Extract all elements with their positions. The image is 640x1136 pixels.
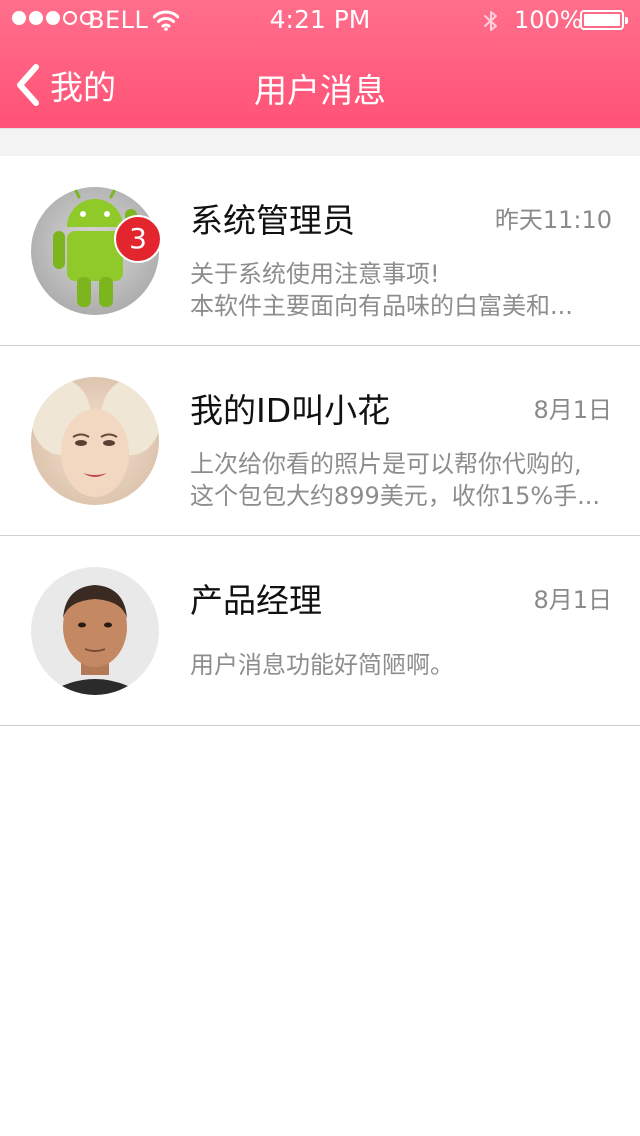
message-preview-line-2: 本软件主要面向有品味的白富美和... bbox=[190, 292, 573, 320]
navigation-header: BELL 4:21 PM 100% 我的 用户消息 bbox=[0, 0, 640, 128]
section-divider bbox=[0, 128, 640, 156]
status-bar: BELL 4:21 PM 100% bbox=[0, 0, 640, 40]
message-preview-line-1: 关于系统使用注意事项! bbox=[190, 260, 440, 288]
message-preview-line-1: 上次给你看的照片是可以帮你代购的, bbox=[190, 450, 582, 478]
sender-name: 产品经理 bbox=[190, 581, 322, 620]
message-time: 8月1日 bbox=[533, 396, 612, 424]
battery-percentage: 100% bbox=[514, 6, 583, 34]
message-preview-line-2: 这个包包大约899美元，收你15%手... bbox=[190, 482, 601, 510]
message-row-system-admin[interactable]: 系统管理员 昨天11:10 关于系统使用注意事项! 本软件主要面向有品味的白富美… bbox=[0, 156, 640, 346]
message-row-xiaohua[interactable]: 我的ID叫小花 8月1日 上次给你看的照片是可以帮你代购的, 这个包包大约899… bbox=[0, 346, 640, 536]
unread-count-badge: 3 bbox=[114, 215, 162, 263]
battery-icon bbox=[580, 10, 628, 30]
bluetooth-icon bbox=[484, 11, 497, 31]
message-row-product-manager[interactable]: 产品经理 8月1日 用户消息功能好简陋啊。 bbox=[0, 536, 640, 726]
message-list: 系统管理员 昨天11:10 关于系统使用注意事项! 本软件主要面向有品味的白富美… bbox=[0, 156, 640, 726]
message-preview-line-1: 用户消息功能好简陋啊。 bbox=[190, 651, 454, 679]
page-title: 用户消息 bbox=[254, 71, 386, 110]
man-portrait-avatar bbox=[31, 567, 159, 695]
message-time: 昨天11:10 bbox=[494, 206, 612, 234]
sender-name: 系统管理员 bbox=[190, 201, 355, 240]
woman-portrait-avatar bbox=[31, 377, 159, 505]
sender-name: 我的ID叫小花 bbox=[190, 391, 391, 430]
message-time: 8月1日 bbox=[533, 586, 612, 614]
